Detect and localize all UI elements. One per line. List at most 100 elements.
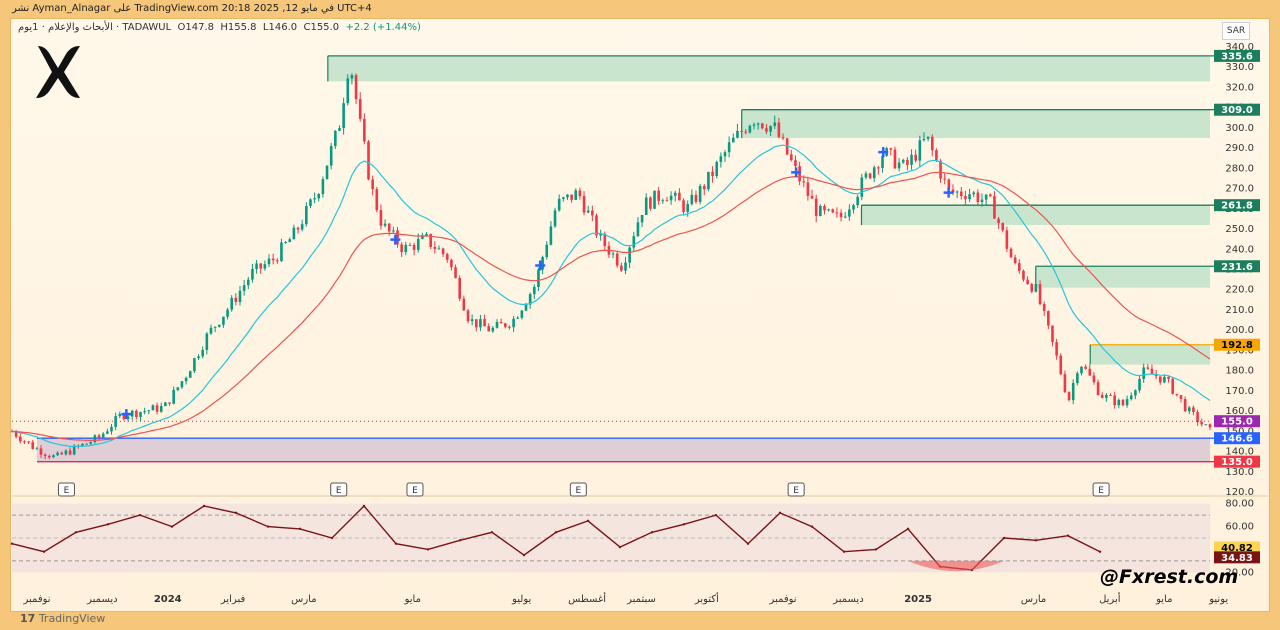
- candle-body: [740, 130, 743, 132]
- candle-body: [48, 455, 51, 458]
- candle-body: [1121, 399, 1125, 406]
- candle-body: [1051, 325, 1054, 343]
- candle-body: [1096, 382, 1100, 396]
- candle-body: [520, 310, 524, 318]
- candle-body: [686, 204, 689, 212]
- candle-body: [827, 209, 830, 211]
- candle-body: [702, 186, 706, 190]
- candle-body: [553, 210, 557, 227]
- time-axis-label: سبتمبر: [626, 594, 656, 605]
- candle-body: [1042, 304, 1046, 312]
- zone-price-label: 309.0: [1221, 105, 1253, 116]
- earnings-marker-label: E: [793, 486, 799, 496]
- price-tick-label: 280.0: [1225, 163, 1254, 174]
- price-tick-label: 170.0: [1225, 386, 1254, 397]
- rsi-point: [74, 531, 78, 534]
- resistance-zone: [861, 205, 1210, 225]
- candle-body: [1034, 284, 1038, 292]
- candle-body: [918, 140, 922, 161]
- resistance-zone: [741, 109, 1210, 139]
- candle-body: [1038, 284, 1042, 305]
- candle-body: [694, 194, 698, 202]
- candle-body: [806, 182, 810, 196]
- candle-body: [557, 198, 561, 211]
- candle-body: [1117, 399, 1121, 406]
- candle-body: [255, 263, 258, 270]
- rsi-point: [1066, 534, 1070, 537]
- candle-body: [930, 136, 934, 151]
- candle-body: [416, 238, 420, 250]
- rsi-point: [10, 542, 14, 545]
- candle-body: [462, 298, 466, 311]
- candle-body: [943, 178, 946, 180]
- candle-body: [653, 190, 656, 209]
- cross-signal-icon: [390, 234, 401, 245]
- candle-body: [313, 198, 316, 200]
- candle-body: [1146, 367, 1150, 369]
- rsi-point: [138, 513, 142, 517]
- candle-body: [926, 136, 930, 139]
- price-badge-label: 135.0: [1221, 457, 1253, 468]
- candle-body: [143, 411, 146, 413]
- candle-body: [1067, 392, 1071, 401]
- candle-body: [1047, 311, 1050, 326]
- candle-body: [433, 246, 437, 249]
- candle-body: [450, 259, 453, 268]
- rsi-point: [650, 531, 654, 534]
- candle-body: [678, 192, 681, 201]
- rsi-point: [842, 550, 846, 553]
- candle-body: [222, 316, 225, 325]
- candle-body: [164, 402, 167, 407]
- candle-body: [624, 262, 627, 271]
- candle-body: [976, 192, 980, 203]
- time-axis-label: يوليو: [511, 594, 531, 605]
- candle-body: [466, 310, 470, 322]
- time-axis-label: 2025: [904, 594, 932, 605]
- candle-body: [387, 223, 391, 232]
- candle-body: [636, 222, 640, 237]
- rsi-point: [618, 545, 622, 549]
- rsi-point: [330, 536, 334, 540]
- candle-body: [1059, 355, 1063, 375]
- rsi-point: [202, 504, 206, 508]
- candle-body: [292, 227, 296, 240]
- candle-body: [375, 189, 379, 211]
- candle-body: [765, 128, 768, 132]
- candle-body: [205, 333, 209, 350]
- candle-body: [1138, 378, 1141, 391]
- candle-body: [251, 269, 254, 280]
- candle-body: [184, 377, 188, 382]
- candle-body: [392, 230, 395, 232]
- candle-body: [690, 194, 694, 205]
- price-tick-label: 290.0: [1225, 143, 1254, 154]
- candle-body: [60, 452, 64, 455]
- candle-body: [31, 442, 35, 450]
- candle-body: [802, 181, 806, 183]
- candle-body: [1018, 263, 1021, 271]
- candle-body: [43, 454, 47, 456]
- rsi-point: [426, 548, 430, 551]
- candle-body: [860, 177, 864, 197]
- watermark-text: @Fxrest.com: [1100, 566, 1239, 588]
- candle-body: [305, 205, 308, 225]
- time-axis-label: مارس: [1021, 594, 1046, 605]
- candle-body: [27, 441, 30, 443]
- candle-body: [503, 323, 507, 327]
- candle-body: [97, 435, 101, 438]
- time-axis-label: مارس: [291, 594, 316, 605]
- price-tick-label: 250.0: [1225, 224, 1254, 235]
- price-chart[interactable]: E E E E E E 120.0130.0140.0150.0160.0170.0180.…: [0, 0, 1280, 630]
- candle-body: [545, 244, 549, 258]
- candle-body: [342, 103, 345, 129]
- candle-body: [358, 99, 362, 119]
- candle-body: [761, 123, 764, 129]
- candle-body: [64, 450, 68, 455]
- candle-body: [1100, 395, 1104, 398]
- time-axis-label: فبراير: [220, 594, 246, 605]
- candle-body: [1030, 283, 1034, 292]
- candle-body: [731, 137, 735, 143]
- time-axis-label: أكتوبر: [694, 592, 719, 605]
- rsi-point: [554, 531, 558, 534]
- candle-body: [1013, 257, 1017, 264]
- candle-body: [367, 141, 370, 180]
